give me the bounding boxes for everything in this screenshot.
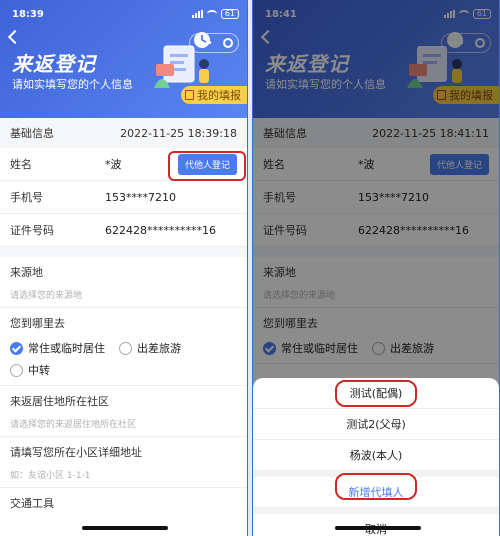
back-icon[interactable] <box>7 29 23 45</box>
community-placeholder[interactable]: 请选择您的来返居住地所在社区 <box>10 417 237 430</box>
home-indicator <box>335 526 421 530</box>
basic-info-section: 基础信息 2022-11-25 18:39:18 <box>0 118 247 148</box>
sheet-option-parent[interactable]: 测试2(父母) <box>253 409 499 440</box>
phone-right: 18:41 61 ••• 来返登记 请如实填写您的个人信息 <box>252 0 500 536</box>
page-subtitle: 请如实填写您的个人信息 <box>12 78 133 91</box>
document-icon <box>185 90 194 100</box>
header: 18:39 61 ••• 来返登记 请如实填写您的个人信息 <box>0 0 247 120</box>
transport-field[interactable]: 交通工具 <box>0 488 247 517</box>
radio-resident[interactable]: 常住或临时居住 <box>10 340 105 356</box>
battery-icon: 61 <box>220 9 239 19</box>
origin-placeholder[interactable]: 请选择您的来源地 <box>10 288 237 301</box>
origin-field[interactable]: 来源地 请选择您的来源地 <box>0 257 247 308</box>
radio-transit[interactable]: 中转 <box>10 362 50 378</box>
home-indicator <box>82 526 168 530</box>
destination-field: 您到哪里去 <box>10 317 65 330</box>
highlight-box <box>335 473 417 500</box>
destination-radio-group: 常住或临时居住 出差旅游 中转 <box>0 331 247 386</box>
phone-left: 18:39 61 ••• 来返登记 请如实填写您的个人信息 <box>0 0 248 536</box>
address-field[interactable]: 请填写您所在小区详细地址 如：友谊小区 1-1-1 <box>0 437 247 488</box>
status-bar: 18:39 61 <box>12 6 239 22</box>
highlight-box <box>168 151 246 181</box>
screenshot-stage: 18:39 61 ••• 来返登记 请如实填写您的个人信息 <box>0 0 500 536</box>
page-title: 来返登记 <box>12 52 96 76</box>
address-input[interactable]: 如：友谊小区 1-1-1 <box>10 468 237 481</box>
id-value: 622428**********16 <box>105 223 216 237</box>
cancel-button[interactable]: 取消 <box>253 514 499 536</box>
status-time: 18:39 <box>12 8 44 20</box>
wifi-icon <box>206 10 217 18</box>
community-field[interactable]: 来返居住地所在社区 请选择您的来返居住地所在社区 <box>0 386 247 437</box>
close-icon[interactable] <box>222 38 233 48</box>
radio-unchecked-icon[interactable] <box>10 363 23 377</box>
highlight-box <box>335 380 417 407</box>
clipboard-illustration-icon <box>154 32 210 88</box>
radio-checked-icon[interactable] <box>10 341 23 355</box>
radio-unchecked-icon[interactable] <box>119 341 132 355</box>
radio-trip[interactable]: 出差旅游 <box>119 340 181 356</box>
signal-icon <box>191 10 203 18</box>
phone-row: 手机号 153****7210 <box>0 181 247 214</box>
my-submissions-button[interactable]: 我的填报 <box>181 86 247 104</box>
phone-value: 153****7210 <box>105 190 176 204</box>
sheet-option-self[interactable]: 杨波(本人) <box>253 440 499 471</box>
name-value: *波 <box>105 158 122 171</box>
timestamp: 2022-11-25 18:39:18 <box>120 126 237 140</box>
id-row: 证件号码 622428**********16 <box>0 214 247 247</box>
